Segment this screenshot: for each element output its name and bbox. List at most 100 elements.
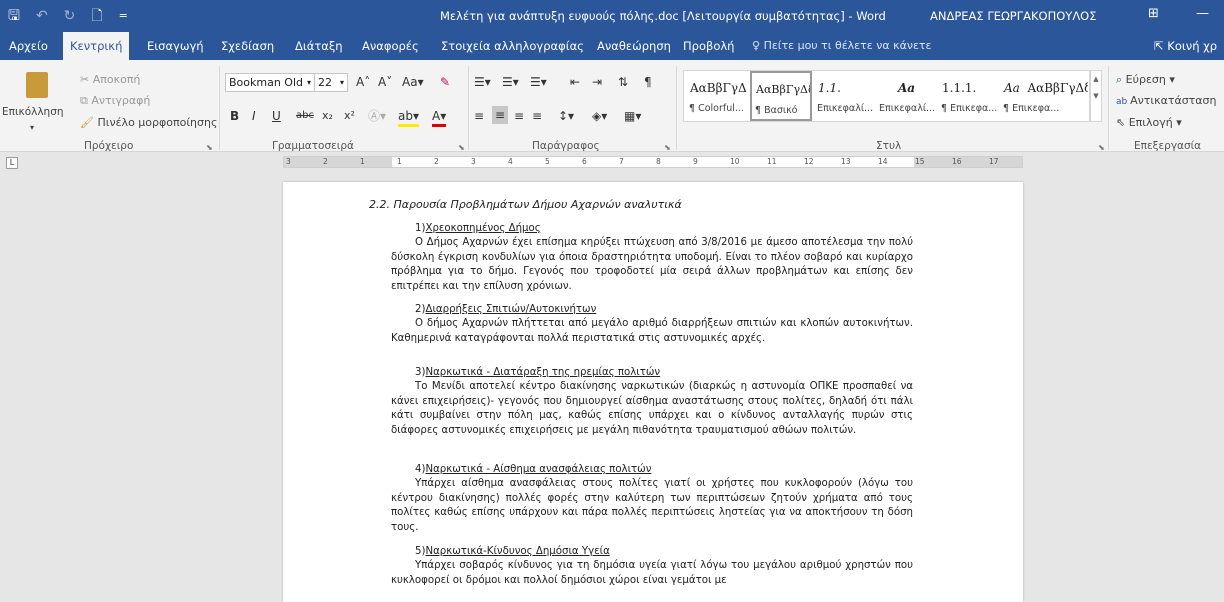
tell-me-search[interactable]: ♀ Πείτε μου τι θέλετε να κάνετε [752,32,931,60]
list-item: 3)Ναρκωτικά - Διατάραξη της ηρεμίας πολι… [415,367,661,378]
tab-view[interactable]: Προβολή [676,32,741,60]
ruler-number: 5 [545,157,550,166]
section-heading: 2.2. Παρουσία Προβλημάτων Δήμου Αχαρνών … [369,198,682,211]
style-name: ¶ Επικεφα... [1003,103,1060,114]
strikethrough-button[interactable]: abc [296,108,314,124]
ruler-right-margin [914,157,1022,167]
ruler-number: 16 [952,157,962,166]
borders-icon[interactable]: ▦▾ [624,108,641,124]
highlight-color-icon[interactable]: ab▾ [398,108,419,127]
shrink-font-icon[interactable]: A˅ [378,74,392,90]
tab-insert[interactable]: Εισαγωγή [140,32,211,60]
tab-home[interactable]: Κεντρική [63,32,130,60]
style-item[interactable]: 1.1. Επικεφαλί... [814,71,876,121]
list-item: 1)Χρεοκοπημένος Δήμος [415,223,541,234]
font-color-icon[interactable]: A▾ [432,108,447,127]
tab-design[interactable]: Σχεδίαση [214,32,281,60]
ruler-number: 8 [656,157,661,166]
sort-icon[interactable]: ⇅ [618,74,628,90]
decrease-indent-icon[interactable]: ⇤ [570,74,580,90]
cursor-icon: ⇖ [1116,116,1129,129]
subscript-button[interactable]: x₂ [322,108,333,124]
ribbon-display-options-icon[interactable]: ⊞ [1148,6,1159,21]
numbering-icon[interactable]: ☰▾ [502,74,519,90]
italic-button[interactable]: I [252,108,256,124]
shading-icon[interactable]: ◈▾ [592,108,607,124]
paragraph-group-label: Παράγραφος [532,140,600,152]
style-name: Επικεφαλί... [879,103,936,114]
change-case-button[interactable]: Aa▾ [402,74,424,90]
list-item: 5)Ναρκωτικά-Κίνδυνος Δημόσια Υγεία [415,546,610,557]
style-item[interactable]: Aa ΑαΒβΓγΔδ ¶ Επικεφα... [1000,71,1088,121]
clear-formatting-icon[interactable]: ✎ [440,74,450,90]
user-name[interactable]: ΑΝΔΡΕΑΣ ΓΕΩΡΓΑΚΟΠΟΥΛΟΣ [930,9,1097,23]
replace-button[interactable]: ab Αντικατάσταση [1116,93,1217,110]
undo-icon[interactable]: ↶ [36,7,48,25]
ruler-number: 7 [619,157,624,166]
horizontal-ruler[interactable]: 3 2 1 1 2 3 4 5 6 7 8 9 10 11 12 13 14 15 16 17 [283,156,1023,168]
paste-dropdown-icon[interactable]: ▾ [30,120,34,136]
paragraph: Ο Δήμος Αχαρνών έχει επίσημα κηρύξει πτώ… [391,237,913,292]
customize-qat-icon[interactable]: = [119,7,128,25]
styles-gallery: ΑαΒβΓγΔ ¶ Colorful... ΑαΒβΓγΔδ ¶ Βασικό … [683,70,1090,122]
tab-mailings[interactable]: Στοιχεία αλληλογραφίας [434,32,591,60]
ruler-number: 15 [915,157,925,166]
tab-layout[interactable]: Διάταξη [288,32,350,60]
underline-button[interactable]: U [272,108,281,124]
style-name: ¶ Επικεφα... [941,103,998,114]
clipboard-group-label: Πρόχειρο [84,140,134,152]
style-preview: Aa [898,81,916,95]
line-spacing-icon[interactable]: ↕▾ [558,108,574,124]
show-formatting-marks-icon[interactable]: ¶ [644,74,652,90]
font-name-combobox[interactable]: Bookman Old ▾ [225,73,315,92]
multilevel-list-icon[interactable]: ☰▾ [530,74,547,90]
style-item[interactable]: Aa Επικεφαλί... [876,71,938,121]
paste-icon[interactable] [26,72,48,98]
tab-selector-icon[interactable]: L [6,157,18,169]
editing-group-label: Επεξεργασία [1134,140,1202,152]
justify-icon[interactable]: ≡ [532,108,542,124]
bullets-icon[interactable]: ☰▾ [474,74,491,90]
increase-indent-icon[interactable]: ⇥ [592,74,602,90]
redo-icon[interactable]: ↻ [64,7,76,25]
align-center-icon[interactable]: ≡ [492,106,509,124]
find-button[interactable]: ⌕ Εύρεση ▾ [1116,72,1175,88]
paste-button[interactable]: Επικόλληση [2,104,64,120]
style-preview: ΑαΒβΓγΔ [690,81,747,95]
tab-file[interactable]: Αρχείο [2,32,55,60]
tab-review[interactable]: Αναθεώρηση [590,32,678,60]
share-button[interactable]: ⇱ Κοινή χρ [1154,32,1217,60]
grow-font-icon[interactable]: A˄ [356,74,370,90]
text-effects-icon[interactable]: Ⓐ▾ [368,108,386,124]
paragraph: Υπάρχει αίσθημα ανασφάλειας στους πολίτε… [391,478,913,533]
select-button[interactable]: ⇖ Επιλογή ▾ [1116,115,1182,131]
ruler-number: 10 [730,157,740,166]
document-page[interactable]: 2.2. Παρουσία Προβλημάτων Δήμου Αχαρνών … [283,182,1023,602]
format-painter-button[interactable]: 🖌 Πινέλο μορφοποίησης [80,115,217,131]
save-icon[interactable]: 🖫 [8,7,20,25]
superscript-button[interactable]: x² [344,108,355,124]
style-name: ¶ Colorful... [689,103,744,114]
ruler-number: 1 [397,157,402,166]
align-left-icon[interactable]: ≡ [474,108,484,124]
ruler-area: L 3 2 1 1 2 3 4 5 6 7 8 9 10 11 12 13 14 15 16 17 [0,152,1224,172]
print-preview-icon[interactable]: 🗋 [91,7,102,25]
style-preview: ΑαΒβΓγΔδ [756,83,812,96]
copy-button[interactable]: ⧉ Αντιγραφή [80,93,150,109]
style-item[interactable]: 1.1.1. ¶ Επικεφα... [938,71,1000,121]
style-item-normal[interactable]: ΑαΒβΓγΔδ ¶ Βασικό [750,71,812,121]
search-icon: ⌕ [1116,73,1126,86]
minimize-button[interactable]: — [1196,6,1209,21]
bold-button[interactable]: B [230,108,239,124]
ruler-number: 14 [878,157,888,166]
style-item[interactable]: ΑαΒβΓγΔ ¶ Colorful... [686,71,748,121]
ruler-number: 11 [767,157,777,166]
divider [1108,66,1109,150]
ruler-number: 3 [286,157,291,166]
tab-references[interactable]: Αναφορές [355,32,426,60]
font-size-combobox[interactable]: 22 ▾ [314,73,348,92]
styles-gallery-scroll[interactable]: ▲ ▼ [1090,70,1102,122]
align-right-icon[interactable]: ≡ [514,108,524,124]
cut-button[interactable]: ✂ Αποκοπή [80,72,140,88]
list-item: 4)Ναρκωτικά - Αίσθημα ανασφάλειας πολιτώ… [415,464,652,475]
